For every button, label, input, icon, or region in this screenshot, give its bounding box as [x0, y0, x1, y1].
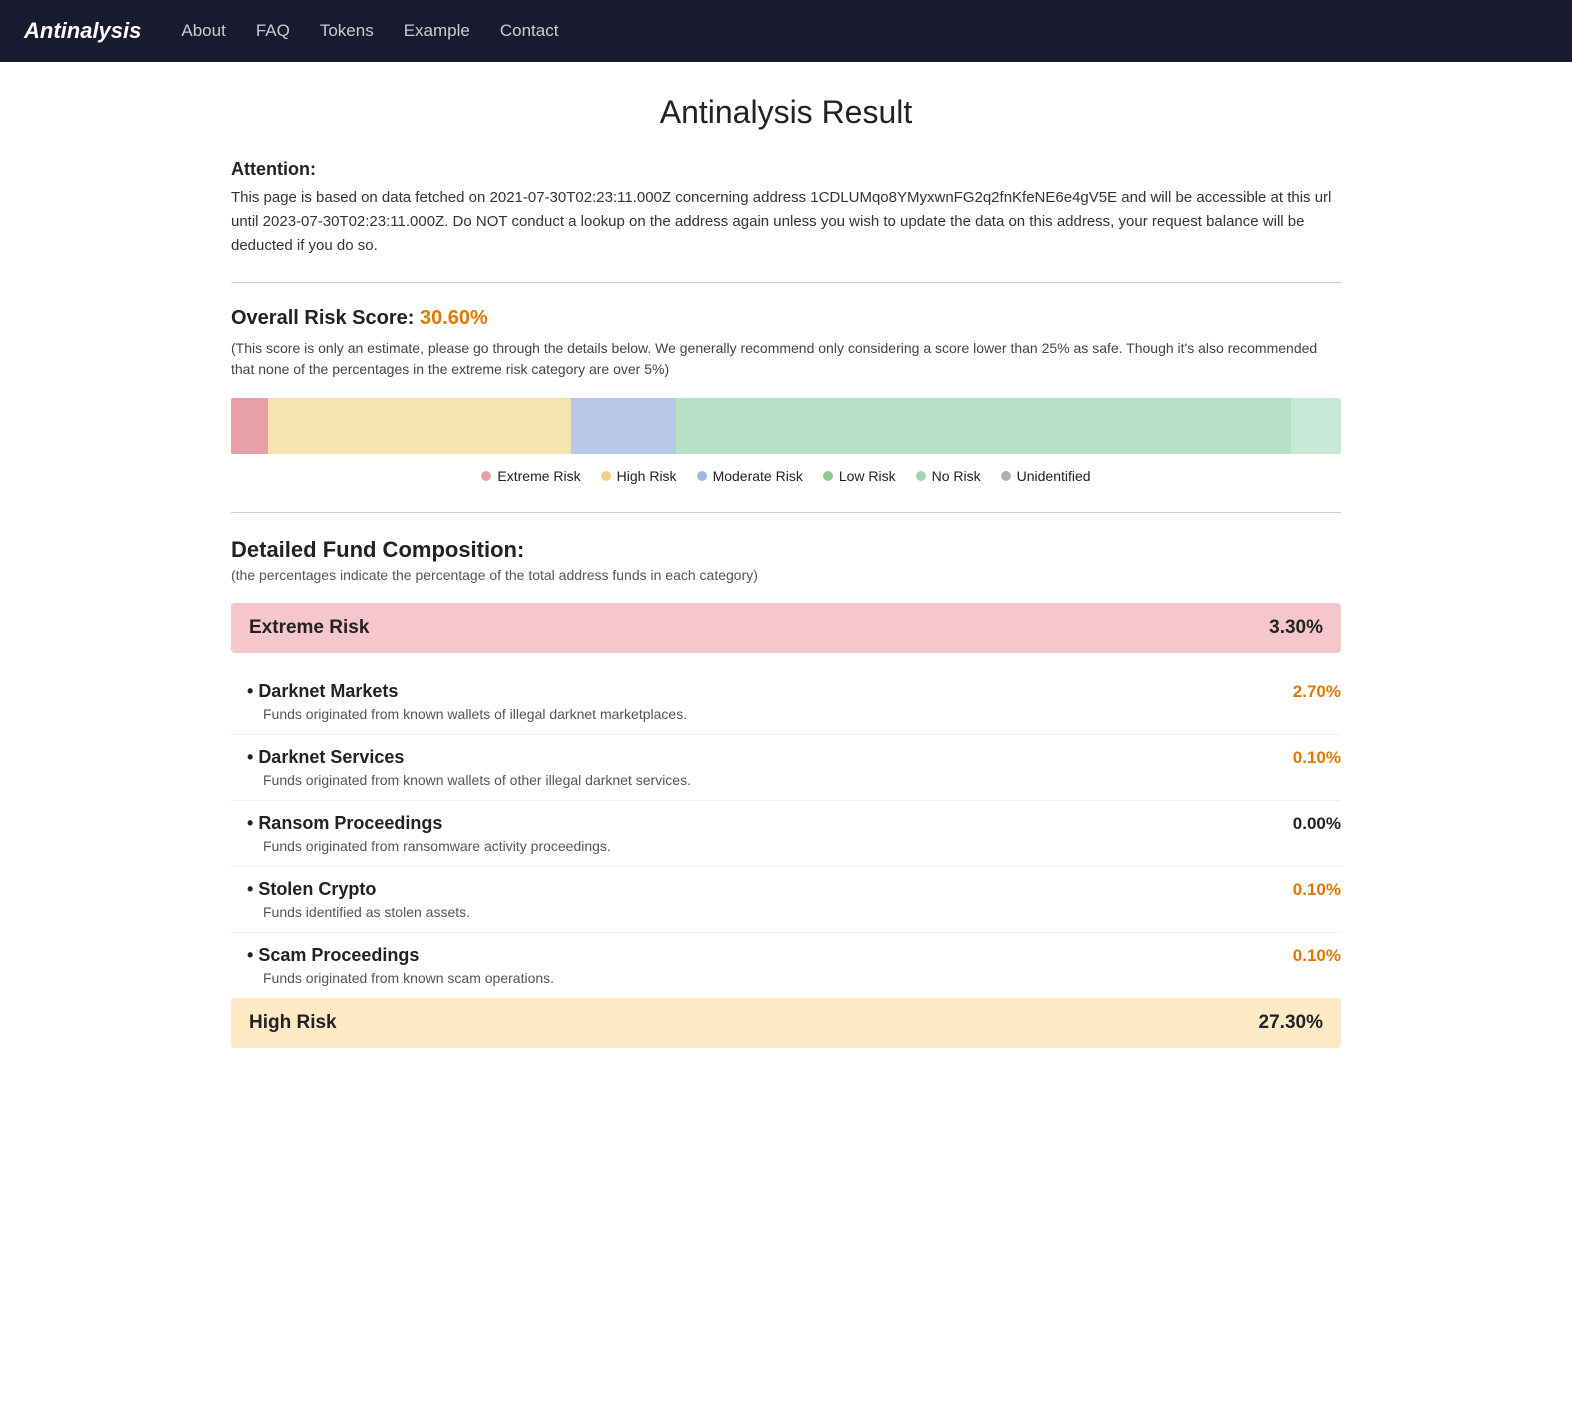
risk-score-value: 30.60% [420, 307, 488, 329]
nav-links: About FAQ Tokens Example Contact [181, 21, 558, 41]
legend-item-unidentified: Unidentified [1001, 468, 1091, 484]
categories-container: Extreme Risk 3.30% Darknet Markets 2.70% … [231, 603, 1341, 1048]
risk-legend: Extreme Risk High Risk Moderate Risk Low Ri… [231, 468, 1341, 484]
category-pct: 3.30% [1269, 617, 1323, 639]
site-logo[interactable]: Antinalysis [24, 18, 141, 44]
legend-label: Moderate Risk [713, 468, 803, 484]
nav-example[interactable]: Example [404, 21, 470, 40]
legend-item-low-risk: Low Risk [823, 468, 896, 484]
bar-segment-unidentified [1291, 398, 1341, 454]
page-title: Antinalysis Result [231, 94, 1341, 131]
nav-tokens[interactable]: Tokens [320, 21, 374, 40]
bar-segment-extreme-risk [231, 398, 268, 454]
sub-item-name: Darknet Services [247, 747, 404, 768]
sub-item-ransom-proceedings: Ransom Proceedings 0.00% Funds originate… [231, 801, 1341, 867]
main-content: Antinalysis Result Attention: This page … [211, 62, 1361, 1124]
sub-item-scam-proceedings: Scam Proceedings 0.10% Funds originated … [231, 933, 1341, 998]
legend-label: No Risk [932, 468, 981, 484]
sub-item-pct: 0.10% [1293, 748, 1341, 768]
detailed-title: Detailed Fund Composition: [231, 537, 1341, 563]
sub-item-stolen-crypto: Stolen Crypto 0.10% Funds identified as … [231, 867, 1341, 933]
sub-item-name: Darknet Markets [247, 681, 398, 702]
sub-item-darknet-markets: Darknet Markets 2.70% Funds originated f… [231, 669, 1341, 735]
sub-item-pct: 0.00% [1293, 814, 1341, 834]
nav-about[interactable]: About [181, 21, 225, 40]
nav-contact[interactable]: Contact [500, 21, 559, 40]
attention-label: Attention: [231, 159, 1341, 180]
category-header-extreme-risk: Extreme Risk 3.30% [231, 603, 1341, 653]
risk-bar [231, 398, 1341, 454]
sub-item-header: Darknet Services 0.10% [247, 747, 1341, 768]
risk-note: (This score is only an estimate, please … [231, 338, 1341, 380]
sub-item-header: Stolen Crypto 0.10% [247, 879, 1341, 900]
legend-item-no-risk: No Risk [916, 468, 981, 484]
divider-2 [231, 512, 1341, 513]
sub-item-pct: 2.70% [1293, 682, 1341, 702]
legend-dot [481, 471, 491, 481]
sub-item-desc: Funds originated from ransomware activit… [263, 838, 1341, 854]
sub-item-desc: Funds originated from known scam operati… [263, 970, 1341, 986]
sub-item-header: Ransom Proceedings 0.00% [247, 813, 1341, 834]
legend-dot [601, 471, 611, 481]
sub-item-desc: Funds originated from known wallets of i… [263, 706, 1341, 722]
navbar: Antinalysis About FAQ Tokens Example Con… [0, 0, 1572, 62]
legend-label: Extreme Risk [497, 468, 580, 484]
category-pct: 27.30% [1259, 1012, 1323, 1034]
category-name: Extreme Risk [249, 617, 369, 639]
divider-1 [231, 282, 1341, 283]
legend-label: Unidentified [1017, 468, 1091, 484]
legend-label: High Risk [617, 468, 677, 484]
legend-item-extreme-risk: Extreme Risk [481, 468, 580, 484]
nav-faq[interactable]: FAQ [256, 21, 290, 40]
attention-block: Attention: This page is based on data fe… [231, 159, 1341, 258]
sub-item-name: Stolen Crypto [247, 879, 376, 900]
sub-item-desc: Funds originated from known wallets of o… [263, 772, 1341, 788]
attention-text: This page is based on data fetched on 20… [231, 186, 1341, 258]
bar-segment-no-risk [676, 398, 1291, 454]
legend-dot [823, 471, 833, 481]
sub-item-desc: Funds identified as stolen assets. [263, 904, 1341, 920]
risk-score-label: Overall Risk Score: [231, 307, 420, 329]
legend-label: Low Risk [839, 468, 896, 484]
bar-segment-moderate-risk [571, 398, 676, 454]
legend-dot [916, 471, 926, 481]
sub-item-header: Scam Proceedings 0.10% [247, 945, 1341, 966]
category-name: High Risk [249, 1012, 337, 1034]
legend-dot [697, 471, 707, 481]
legend-item-moderate-risk: Moderate Risk [697, 468, 803, 484]
sub-item-pct: 0.10% [1293, 946, 1341, 966]
bar-segment-high-risk [268, 398, 571, 454]
sub-item-header: Darknet Markets 2.70% [247, 681, 1341, 702]
legend-item-high-risk: High Risk [601, 468, 677, 484]
category-items: Darknet Markets 2.70% Funds originated f… [231, 669, 1341, 998]
category-header-high-risk: High Risk 27.30% [231, 998, 1341, 1048]
detailed-subtitle: (the percentages indicate the percentage… [231, 567, 1341, 583]
sub-item-name: Scam Proceedings [247, 945, 419, 966]
sub-item-pct: 0.10% [1293, 880, 1341, 900]
sub-item-darknet-services: Darknet Services 0.10% Funds originated … [231, 735, 1341, 801]
legend-dot [1001, 471, 1011, 481]
sub-item-name: Ransom Proceedings [247, 813, 442, 834]
risk-score-line: Overall Risk Score: 30.60% [231, 307, 1341, 330]
